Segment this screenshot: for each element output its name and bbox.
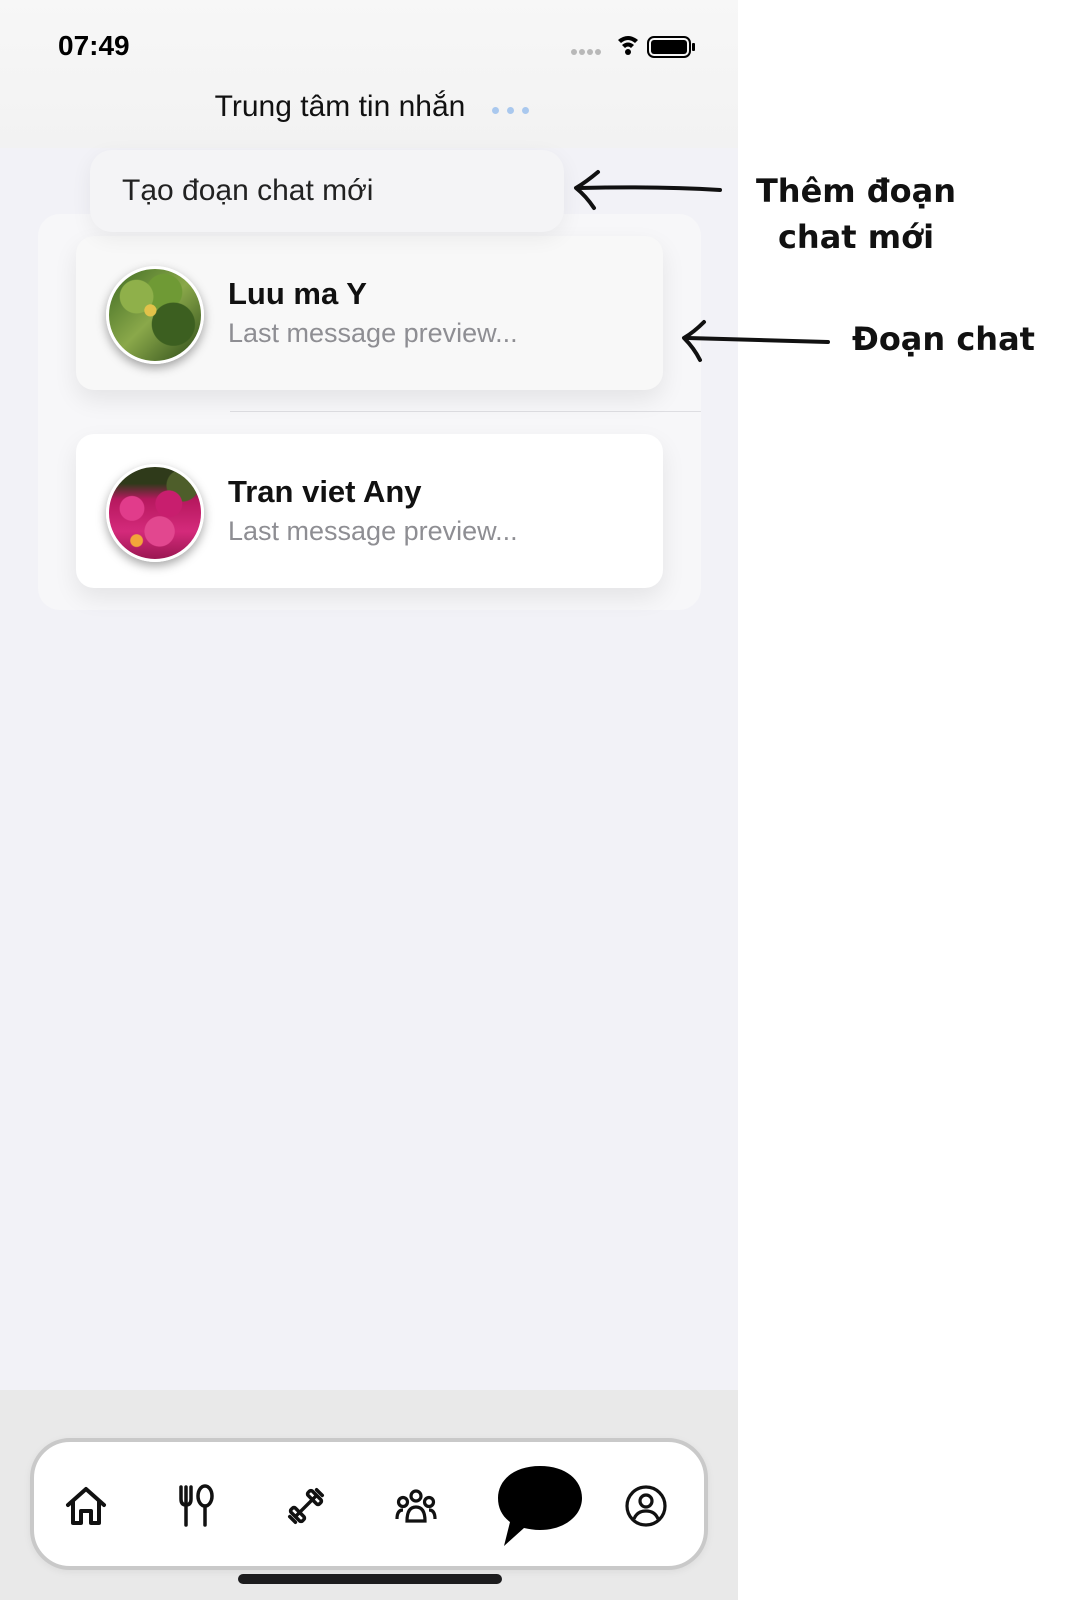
chat-name: Luu ma Y bbox=[228, 276, 367, 311]
tab-bar bbox=[30, 1438, 708, 1570]
restaurant-icon bbox=[179, 1484, 214, 1527]
create-chat-label: Tạo đoạn chat mới bbox=[122, 174, 374, 207]
chat-name: Tran viet Any bbox=[228, 474, 422, 509]
chat-bubble-icon bbox=[498, 1466, 582, 1546]
chat-preview: Last message preview... bbox=[228, 516, 518, 546]
list-divider bbox=[230, 411, 701, 412]
create-chat-menu-item[interactable]: Tạo đoạn chat mới bbox=[90, 150, 564, 232]
tab-profile[interactable] bbox=[610, 1470, 682, 1542]
annotation-new-chat: Thêm đoạn chat mới bbox=[755, 172, 957, 256]
wifi-icon bbox=[618, 36, 638, 55]
chat-preview: Last message preview... bbox=[228, 318, 518, 348]
profile-icon bbox=[625, 1485, 667, 1527]
annotation-chat: Đoạn chat bbox=[852, 320, 1035, 358]
chat-item[interactable]: Luu ma Y Last message preview... bbox=[76, 236, 663, 390]
chat-item[interactable]: Tran viet Any Last message preview... bbox=[76, 434, 663, 588]
tab-workout[interactable] bbox=[270, 1470, 342, 1542]
arrow-icon bbox=[682, 320, 830, 362]
status-icons bbox=[571, 36, 695, 58]
home-indicator bbox=[238, 1574, 502, 1584]
signal-icon bbox=[571, 49, 601, 55]
arrow-icon bbox=[574, 170, 722, 210]
more-options-button[interactable] bbox=[492, 103, 536, 117]
dot-icon bbox=[522, 106, 529, 114]
tab-food[interactable] bbox=[160, 1470, 232, 1542]
tab-home[interactable] bbox=[50, 1470, 122, 1542]
dot-icon bbox=[492, 106, 499, 114]
dot-icon bbox=[507, 106, 514, 114]
tab-community[interactable] bbox=[380, 1470, 452, 1542]
top-bar: 07:49 Trung tâm tin nhắn bbox=[0, 0, 738, 148]
battery-icon bbox=[647, 36, 695, 58]
page-title: Trung tâm tin nhắn bbox=[214, 90, 466, 123]
avatar bbox=[106, 464, 204, 562]
tab-chat[interactable] bbox=[490, 1460, 590, 1552]
group-icon bbox=[395, 1489, 437, 1523]
avatar bbox=[106, 266, 204, 364]
dumbbell-icon bbox=[287, 1487, 325, 1525]
home-icon bbox=[66, 1487, 106, 1525]
status-time: 07:49 bbox=[58, 30, 130, 61]
phone-screen: 07:49 Trung tâm tin nhắn Luu ma Y Last m… bbox=[0, 0, 738, 1600]
